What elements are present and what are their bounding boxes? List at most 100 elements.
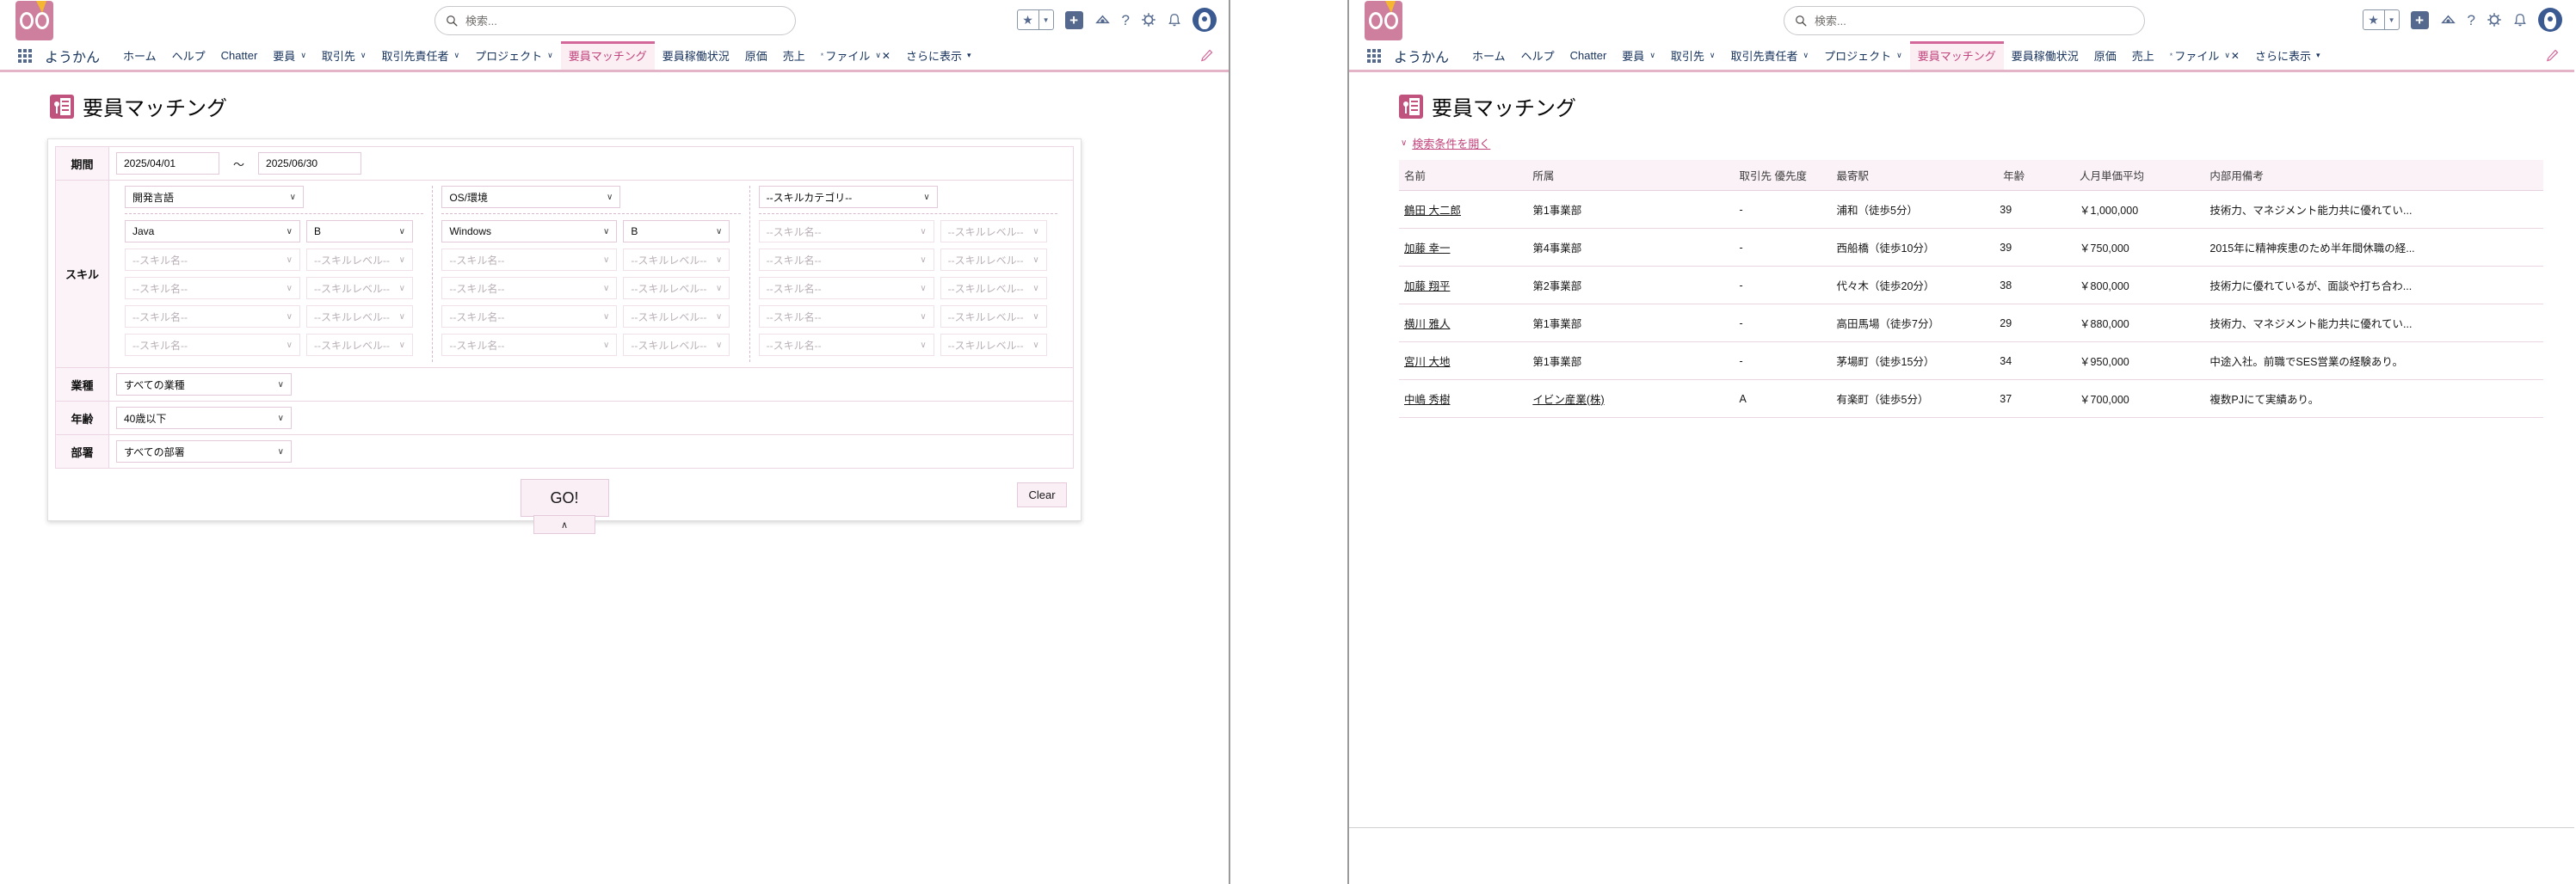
skill-level-select-2-3[interactable]: --スキルレベル--∨ <box>623 277 730 299</box>
column-header-name[interactable]: 名前 <box>1399 160 1527 191</box>
nav-item-staff[interactable]: 要員∨ <box>265 41 314 70</box>
skill-name-select-2-1[interactable]: Windows∨ <box>441 220 617 242</box>
nav-item-staff[interactable]: 要員∨ <box>1614 41 1663 70</box>
skill-level-select-3-5[interactable]: --スキルレベル--∨ <box>940 334 1047 356</box>
user-avatar[interactable] <box>2538 8 2562 32</box>
search-input[interactable] <box>464 14 785 28</box>
chevron-down-icon[interactable]: ∨ <box>1710 51 1716 60</box>
period-from-input[interactable] <box>116 152 219 175</box>
app-name[interactable]: ようかん <box>1390 41 1464 70</box>
table-row[interactable]: 加藤 翔平 第2事業部 - 代々木（徒歩20分） 38 ￥800,000 技術力… <box>1399 267 2543 304</box>
chevron-down-icon[interactable]: ▾ <box>967 51 971 60</box>
nav-item-staff-utilization[interactable]: 要員稼働状況 <box>655 41 737 70</box>
chevron-down-icon[interactable]: ∨ <box>361 51 367 60</box>
nav-item-show-more[interactable]: さらに表示▾ <box>2247 41 2328 70</box>
column-header-note[interactable]: 内部用備考 <box>2204 160 2543 191</box>
open-search-criteria-link[interactable]: ∨ 検索条件を開く <box>1401 135 2574 151</box>
nav-item-cost[interactable]: 原価 <box>2086 41 2124 70</box>
column-header-priority[interactable]: 取引先 優先度 <box>1735 160 1832 191</box>
nav-item-sales[interactable]: 売上 <box>775 41 813 70</box>
nav-item-cost[interactable]: 原価 <box>737 41 775 70</box>
nav-item-projects[interactable]: プロジェクト∨ <box>467 41 561 70</box>
skill-name-select-1-3[interactable]: --スキル名--∨ <box>125 277 300 299</box>
favorites-group[interactable]: ★ ▼ <box>2363 9 2400 30</box>
skill-level-select-1-5[interactable]: --スキルレベル--∨ <box>306 334 413 356</box>
clear-button[interactable]: Clear <box>1017 482 1067 507</box>
chevron-down-icon[interactable]: ∨ <box>547 51 553 60</box>
logo-infinity[interactable] <box>15 1 53 40</box>
column-header-price[interactable]: 人月単価平均 <box>2074 160 2204 191</box>
skill-name-select-2-4[interactable]: --スキル名--∨ <box>441 305 617 328</box>
department-select[interactable]: すべての部署 ∨ <box>116 440 292 463</box>
edit-pencil-icon[interactable] <box>1200 41 1213 70</box>
skill-level-select-1-2[interactable]: --スキルレベル--∨ <box>306 249 413 271</box>
chevron-down-icon[interactable]: ∨ <box>875 51 881 60</box>
nav-item-help[interactable]: ヘルプ <box>1513 41 1562 70</box>
notifications-bell-icon[interactable] <box>1168 13 1181 28</box>
skill-name-select-1-4[interactable]: --スキル名--∨ <box>125 305 300 328</box>
edit-pencil-icon[interactable] <box>2546 41 2559 70</box>
cloud-home-icon[interactable] <box>1094 12 1111 28</box>
global-search[interactable] <box>1784 6 2145 35</box>
skill-level-select-1-1[interactable]: B∨ <box>306 220 413 242</box>
skill-name-select-2-3[interactable]: --スキル名--∨ <box>441 277 617 299</box>
nav-item-chatter[interactable]: Chatter <box>1562 41 1615 70</box>
nav-item-staff-utilization[interactable]: 要員稼働状況 <box>2004 41 2086 70</box>
row-name-link[interactable]: 中嶋 秀樹 <box>1404 394 1450 406</box>
row-name-link[interactable]: 加藤 翔平 <box>1404 280 1450 292</box>
collapse-criteria-button[interactable]: ∧ <box>533 515 595 534</box>
chevron-down-icon[interactable]: ∨ <box>2224 51 2230 60</box>
nav-item-projects[interactable]: プロジェクト∨ <box>1816 41 1910 70</box>
column-header-age[interactable]: 年齢 <box>1998 160 2074 191</box>
setup-gear-icon[interactable] <box>1141 12 1156 28</box>
row-name-link[interactable]: 宮川 大地 <box>1404 356 1450 368</box>
help-icon[interactable]: ? <box>2468 13 2475 28</box>
favorites-group[interactable]: ★ ▼ <box>1017 9 1054 30</box>
column-header-dept[interactable]: 所属 <box>1527 160 1734 191</box>
period-to-input[interactable] <box>258 152 361 175</box>
notifications-bell-icon[interactable] <box>2513 13 2527 28</box>
nav-item-files[interactable]: *ファイル∨✕ <box>2162 41 2247 70</box>
skill-name-select-1-5[interactable]: --スキル名--∨ <box>125 334 300 356</box>
chevron-down-icon[interactable]: ∨ <box>1803 51 1809 60</box>
go-button[interactable]: GO! <box>521 479 609 517</box>
skill-name-select-3-5[interactable]: --スキル名--∨ <box>759 334 934 356</box>
app-name[interactable]: ようかん <box>41 41 115 70</box>
nav-item-contacts[interactable]: 取引先責任者∨ <box>1723 41 1817 70</box>
row-name-link[interactable]: 鶴田 大二郎 <box>1404 205 1461 217</box>
age-select[interactable]: 40歳以下 ∨ <box>116 407 292 429</box>
skill-category-select-1[interactable]: 開発言語 ∨ <box>125 186 304 208</box>
global-actions-plus-icon[interactable]: + <box>1065 11 1083 29</box>
skill-level-select-1-3[interactable]: --スキルレベル--∨ <box>306 277 413 299</box>
user-avatar[interactable] <box>1192 8 1217 32</box>
close-icon[interactable]: ✕ <box>2231 50 2240 62</box>
row-name-link[interactable]: 横川 雅人 <box>1404 318 1450 330</box>
search-input[interactable] <box>1813 14 2134 28</box>
skill-name-select-3-2[interactable]: --スキル名--∨ <box>759 249 934 271</box>
table-row[interactable]: 宮川 大地 第1事業部 - 茅場町（徒歩15分） 34 ￥950,000 中途入… <box>1399 342 2543 380</box>
nav-item-staff-matching[interactable]: 要員マッチング <box>561 41 655 70</box>
skill-level-select-3-3[interactable]: --スキルレベル--∨ <box>940 277 1047 299</box>
nav-item-accounts[interactable]: 取引先∨ <box>314 41 374 70</box>
nav-item-home[interactable]: ホーム <box>115 41 164 70</box>
nav-item-sales[interactable]: 売上 <box>2124 41 2162 70</box>
skill-level-select-2-2[interactable]: --スキルレベル--∨ <box>623 249 730 271</box>
setup-gear-icon[interactable] <box>2487 12 2502 28</box>
nav-item-show-more[interactable]: さらに表示▾ <box>898 41 979 70</box>
chevron-down-icon[interactable]: ▾ <box>2316 51 2320 60</box>
nav-item-contacts[interactable]: 取引先責任者∨ <box>374 41 468 70</box>
favorites-star-icon[interactable]: ★ <box>1018 10 1038 29</box>
row-dept-link[interactable]: イビン産業(株) <box>1532 394 1604 406</box>
skill-level-select-2-1[interactable]: B∨ <box>623 220 730 242</box>
favorites-caret-icon[interactable]: ▼ <box>1038 10 1053 29</box>
chevron-down-icon[interactable]: ∨ <box>1649 51 1655 60</box>
skill-level-select-2-5[interactable]: --スキルレベル--∨ <box>623 334 730 356</box>
skill-level-select-3-1[interactable]: --スキルレベル--∨ <box>940 220 1047 242</box>
nav-item-staff-matching[interactable]: 要員マッチング <box>1910 41 2004 70</box>
favorites-caret-icon[interactable]: ▼ <box>2384 10 2399 29</box>
skill-level-select-2-4[interactable]: --スキルレベル--∨ <box>623 305 730 328</box>
skill-name-select-3-3[interactable]: --スキル名--∨ <box>759 277 934 299</box>
favorites-star-icon[interactable]: ★ <box>2363 10 2384 29</box>
table-row[interactable]: 加藤 幸一 第4事業部 - 西船橋（徒歩10分） 39 ￥750,000 201… <box>1399 229 2543 267</box>
skill-level-select-1-4[interactable]: --スキルレベル--∨ <box>306 305 413 328</box>
